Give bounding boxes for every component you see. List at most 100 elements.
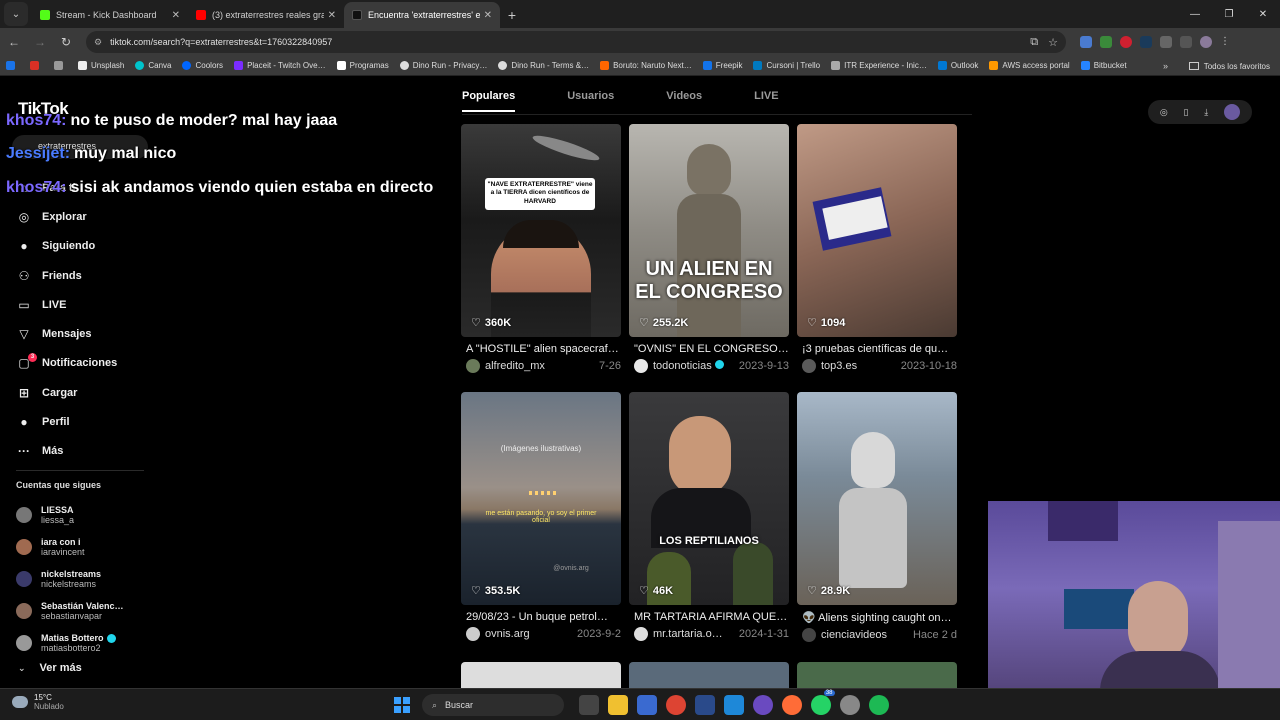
author-avatar[interactable]: [466, 359, 480, 373]
sidebar-item-más[interactable]: ··· Más: [16, 437, 156, 466]
author-username[interactable]: cienciavideos: [821, 629, 909, 641]
video-title[interactable]: MR TARTARIA AFIRMA QUE …: [629, 611, 789, 623]
video-card[interactable]: (Imágenes ilustrativas) me están pasando…: [461, 392, 621, 641]
reload-icon[interactable]: ↻: [54, 30, 78, 54]
author-avatar[interactable]: [802, 359, 816, 373]
followed-account[interactable]: nickelstreams nickelstreams: [16, 563, 156, 595]
site-info-icon[interactable]: ⚙: [94, 37, 102, 48]
vscode-icon[interactable]: [723, 695, 744, 715]
extension-icon[interactable]: [1100, 36, 1112, 48]
followed-account[interactable]: LIESSA liessa_a: [16, 499, 156, 531]
apps-grid-icon[interactable]: [54, 61, 67, 70]
sidebar-item-notificaciones[interactable]: ▢ 3 Notificaciones: [16, 349, 156, 378]
bookmark-apps-icon[interactable]: [6, 61, 19, 70]
video-title[interactable]: 👽 Aliens sighting caught on…: [797, 611, 957, 624]
bookmark-item[interactable]: Canva: [135, 61, 171, 70]
taskbar-search[interactable]: ⌕ Buscar: [422, 694, 564, 716]
sidebar-item-mensajes[interactable]: ▽ Mensajes: [16, 319, 156, 348]
bookmark-item[interactable]: AWS access portal: [989, 61, 1070, 70]
video-title[interactable]: "OVNIS" EN EL CONGRESO: …: [629, 343, 789, 355]
sidebar-item-siguiendo[interactable]: ● Siguiendo: [16, 232, 156, 261]
tab-populares[interactable]: Populares: [462, 90, 516, 112]
weather-widget[interactable]: 15°C Nublado: [12, 693, 64, 711]
bookmark-star-icon[interactable]: ☆: [1048, 36, 1058, 49]
followed-account[interactable]: Matias Bottero matiasbottero2: [16, 627, 156, 659]
author-avatar[interactable]: [802, 628, 816, 642]
sidebar-item-cargar[interactable]: ⊞ Cargar: [16, 378, 156, 407]
browser-tab-active[interactable]: Encuentra 'extraterrestres' en Ti… ✕: [344, 2, 500, 28]
video-card[interactable]: LOS REPTILIANOS ♡ 46K MR TARTARIA AFIRMA …: [629, 392, 789, 641]
close-tab-icon[interactable]: ✕: [172, 10, 180, 21]
whatsapp-icon[interactable]: 38: [810, 690, 835, 715]
bookmark-item[interactable]: Dino Run - Terms &…: [498, 61, 589, 70]
sidebar-item-live[interactable]: ▭ LIVE: [16, 290, 156, 319]
bookmark-item[interactable]: Placeit - Twitch Ove…: [234, 61, 326, 70]
kebab-menu-icon[interactable]: ⋮: [1220, 36, 1232, 48]
close-tab-icon[interactable]: ✕: [328, 10, 336, 21]
author-username[interactable]: ovnis.arg: [485, 628, 573, 640]
github-icon[interactable]: [752, 695, 773, 715]
new-tab-button[interactable]: +: [500, 2, 524, 28]
media-icon[interactable]: [1180, 36, 1192, 48]
record-extension-icon[interactable]: [1120, 36, 1132, 48]
close-window-icon[interactable]: ✕: [1246, 0, 1280, 28]
bookmark-item[interactable]: Bitbucket: [1080, 61, 1127, 70]
file-explorer-icon[interactable]: [607, 695, 628, 715]
postman-icon[interactable]: [781, 695, 802, 715]
store-icon[interactable]: [636, 695, 657, 715]
video-title[interactable]: A "HOSTILE" alien spacecraf…: [461, 343, 621, 355]
avatar[interactable]: [1224, 104, 1241, 120]
close-tab-icon[interactable]: ✕: [484, 10, 492, 21]
all-bookmarks-folder[interactable]: Todos los favoritos: [1188, 56, 1270, 76]
bookmark-item[interactable]: Boruto: Naruto Next…: [600, 61, 692, 70]
bookmark-item[interactable]: Coolors: [182, 61, 223, 70]
puzzle-icon[interactable]: [1160, 36, 1172, 48]
sidebar-item-perfil[interactable]: ● Perfil: [16, 407, 156, 436]
back-icon[interactable]: ←: [2, 30, 26, 54]
device-icon[interactable]: ▯: [1184, 107, 1189, 118]
bookmark-item[interactable]: Cursoni | Trello: [753, 61, 820, 70]
install-icon[interactable]: ⧉: [1030, 36, 1038, 49]
author-username[interactable]: top3.es: [821, 360, 897, 372]
sidebar-item-explorar[interactable]: ◎ Explorar: [16, 202, 156, 231]
profile-avatar[interactable]: [1200, 36, 1212, 48]
sidebar-item-friends[interactable]: ⚇ Friends: [16, 261, 156, 290]
bookmark-item[interactable]: Programas: [336, 61, 389, 70]
video-card[interactable]: UN ALIEN EN EL CONGRESO ♡ 255.2K "OVNIS" …: [629, 124, 789, 373]
video-thumbnail[interactable]: ♡ 28.9K: [797, 392, 957, 605]
video-thumbnail[interactable]: UN ALIEN EN EL CONGRESO ♡ 255.2K: [629, 124, 789, 337]
followed-account[interactable]: Sebastián Valenc… sebastianvapar: [16, 595, 156, 627]
tab-search-button[interactable]: ⌄: [4, 2, 28, 26]
task-view-icon[interactable]: [578, 695, 599, 715]
url-input[interactable]: ⚙ tiktok.com/search?q=extraterrestres&t=…: [86, 31, 1066, 53]
app-icon[interactable]: [839, 695, 860, 715]
tab-usuarios[interactable]: Usuarios: [567, 90, 614, 102]
author-avatar[interactable]: [634, 627, 648, 641]
coins-icon[interactable]: ◎: [1160, 107, 1168, 118]
download-icon[interactable]: ⤓: [1204, 107, 1208, 118]
bookmark-item[interactable]: Dino Run - Privacy…: [399, 61, 487, 70]
video-thumbnail[interactable]: (Imágenes ilustrativas) me están pasando…: [461, 392, 621, 605]
author-avatar[interactable]: [634, 359, 648, 373]
video-card[interactable]: ♡ 28.9K 👽 Aliens sighting caught on… cien…: [797, 392, 957, 642]
tab-live[interactable]: LIVE: [754, 90, 778, 102]
author-username[interactable]: alfredito_mx: [485, 360, 595, 372]
followed-account[interactable]: iara con i iaravincent: [16, 531, 156, 563]
bookmark-item[interactable]: ITR Experience - Inic…: [831, 61, 927, 70]
bookmark-icon[interactable]: [30, 61, 43, 70]
react-extension-icon[interactable]: [1140, 36, 1152, 48]
translate-extension-icon[interactable]: [1080, 36, 1092, 48]
bookmark-item[interactable]: Freepik: [702, 61, 742, 70]
author-avatar[interactable]: [466, 627, 480, 641]
minimize-icon[interactable]: —: [1178, 0, 1212, 28]
browser-tab[interactable]: Stream - Kick Dashboard ✕: [32, 2, 188, 28]
bookmark-item[interactable]: Unsplash: [78, 61, 124, 70]
app-icon[interactable]: [694, 695, 715, 715]
browser-tab[interactable]: (3) extraterrestres reales grabad… ✕: [188, 2, 344, 28]
forward-icon[interactable]: →: [28, 30, 52, 54]
tab-videos[interactable]: Videos: [666, 90, 702, 102]
video-title[interactable]: ¡3 pruebas científicas de qu…: [797, 343, 957, 355]
chrome-icon[interactable]: [665, 695, 686, 715]
author-username[interactable]: todonoticias: [653, 360, 735, 372]
video-card[interactable]: ♡ 1094 ¡3 pruebas científicas de qu… top3…: [797, 124, 957, 373]
